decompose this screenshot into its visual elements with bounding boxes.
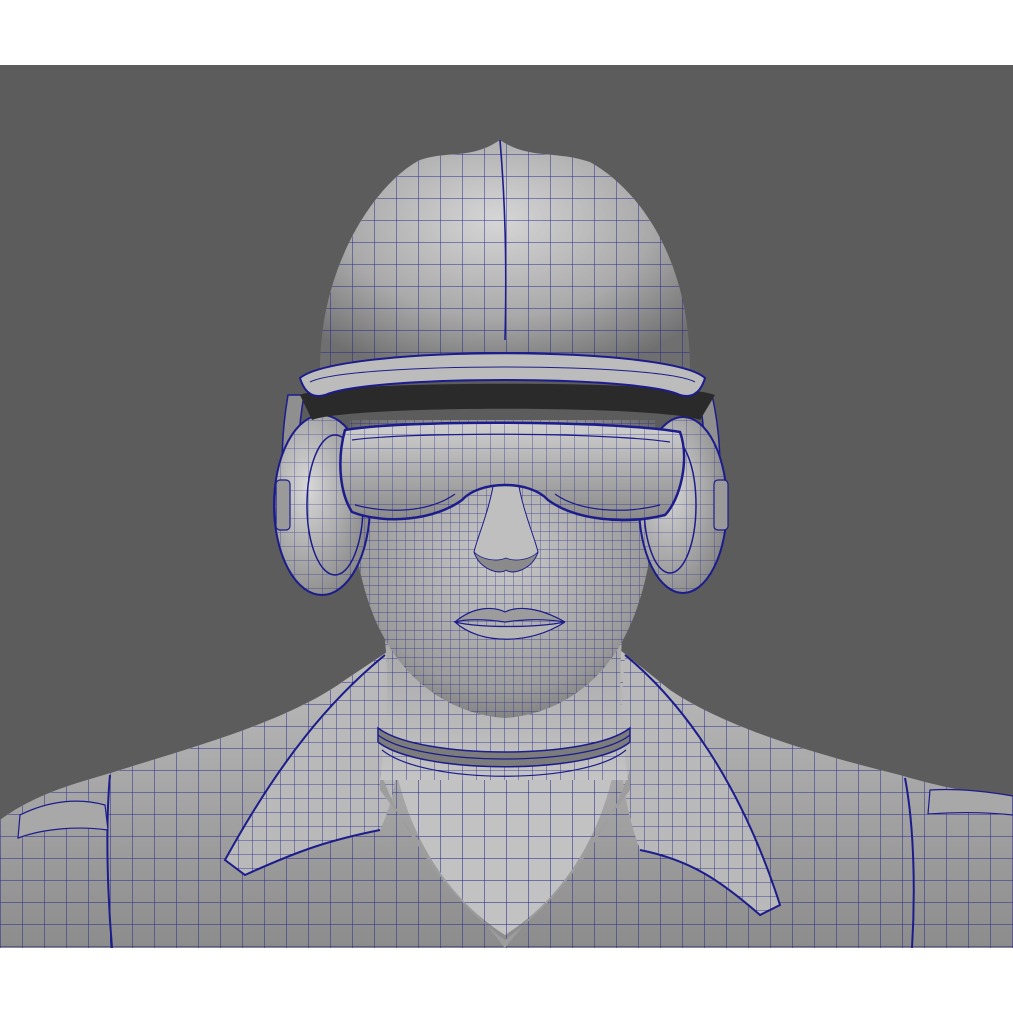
- image-border-bottom: [0, 948, 1013, 1013]
- wireframe-render: [0, 65, 1013, 948]
- image-border-top: [0, 0, 1013, 65]
- viewport-3d: [0, 65, 1013, 948]
